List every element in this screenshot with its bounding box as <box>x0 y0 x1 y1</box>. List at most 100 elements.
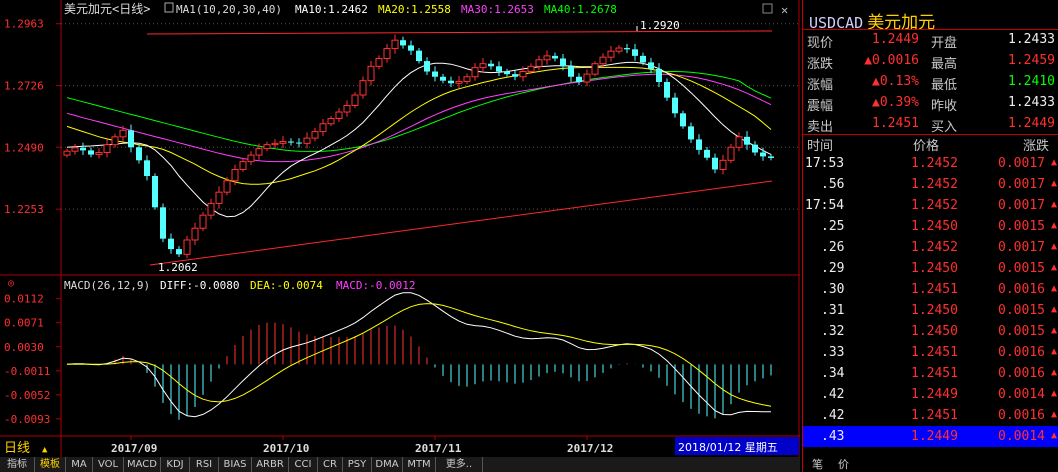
panel-tab-price[interactable]: 价 <box>838 457 849 472</box>
candle-up[interactable] <box>583 73 591 83</box>
candle-down[interactable] <box>400 40 406 46</box>
candle-down[interactable] <box>80 147 86 151</box>
candle-down[interactable] <box>136 147 142 161</box>
candle-down[interactable] <box>760 152 766 157</box>
candle-up[interactable] <box>727 146 735 161</box>
tick-row[interactable]: .33 1.2451 0.0016 ▲ <box>803 342 1058 363</box>
indicator-tab[interactable]: KDJ <box>161 457 190 472</box>
period-label[interactable]: 日线 <box>4 441 30 456</box>
candle-down[interactable] <box>288 141 294 143</box>
candle-down[interactable] <box>696 139 702 150</box>
candle-up[interactable] <box>279 141 287 144</box>
candle-down[interactable] <box>408 45 414 51</box>
candle-up[interactable] <box>239 161 247 170</box>
candle-down[interactable] <box>648 62 654 69</box>
candle-down[interactable] <box>568 66 574 77</box>
candle-down[interactable] <box>168 238 174 250</box>
candle-up[interactable] <box>183 239 191 255</box>
candle-down[interactable] <box>704 149 710 158</box>
candle-down[interactable] <box>440 76 446 81</box>
candle-up[interactable] <box>103 144 111 153</box>
candle-up[interactable] <box>311 131 319 139</box>
candle-down[interactable] <box>664 81 670 98</box>
candle-up[interactable] <box>191 227 199 241</box>
candle-up[interactable] <box>599 56 607 65</box>
candle-down[interactable] <box>576 76 582 82</box>
tick-row[interactable]: .42 1.2451 0.0016 ▲ <box>803 405 1058 426</box>
candle-down[interactable] <box>680 113 686 127</box>
candle-up[interactable] <box>359 80 367 96</box>
indicator-tab[interactable]: 模板 <box>35 457 66 472</box>
candle-up[interactable] <box>343 104 351 113</box>
up-arrow-icon[interactable]: ▲ <box>42 445 48 455</box>
candle-down[interactable] <box>624 48 630 50</box>
tick-row[interactable]: .30 1.2451 0.0016 ▲ <box>803 279 1058 300</box>
candle-down[interactable] <box>448 80 454 84</box>
candle-up[interactable] <box>319 123 327 133</box>
candle-up[interactable] <box>95 151 103 156</box>
candle-up[interactable] <box>615 47 623 52</box>
tick-row[interactable]: .26 1.2452 0.0017 ▲ <box>803 237 1058 258</box>
candle-up[interactable] <box>303 137 311 144</box>
tick-row[interactable]: .31 1.2450 0.0015 ▲ <box>803 300 1058 321</box>
tick-row[interactable]: .56 1.2452 0.0017 ▲ <box>803 174 1058 195</box>
candle-up[interactable] <box>231 168 239 182</box>
candle-down[interactable] <box>128 130 134 148</box>
candle-up[interactable] <box>471 67 479 78</box>
candle-up[interactable] <box>455 80 463 84</box>
candle-down[interactable] <box>160 207 166 239</box>
candle-down[interactable] <box>496 66 502 72</box>
close-icon[interactable]: ✕ <box>781 3 788 17</box>
tick-row[interactable]: 17:53 1.2452 0.0017 ▲ <box>803 153 1058 174</box>
indicator-tab[interactable]: MTM <box>403 457 436 472</box>
indicator-tab[interactable]: CCI <box>289 457 318 472</box>
indicator-tab[interactable]: VOL <box>93 457 124 472</box>
indicator-tab[interactable]: RSI <box>190 457 219 472</box>
candle-down[interactable] <box>640 55 646 63</box>
candle-down[interactable] <box>152 175 158 208</box>
indicator-tab[interactable]: BIAS <box>219 457 252 472</box>
tick-row[interactable]: 17:54 1.2452 0.0017 ▲ <box>803 195 1058 216</box>
candle-down[interactable] <box>712 157 718 170</box>
candle-up[interactable] <box>543 55 551 61</box>
candle-up[interactable] <box>519 71 527 78</box>
candle-up[interactable] <box>71 147 79 152</box>
indicator-tab[interactable]: DMA <box>372 457 403 472</box>
candle-up[interactable] <box>63 150 71 156</box>
candle-up[interactable] <box>111 136 119 146</box>
candle-up[interactable] <box>607 50 615 58</box>
candle-up[interactable] <box>199 214 207 229</box>
candle-down[interactable] <box>424 61 430 72</box>
tick-row[interactable]: .42 1.2449 0.0014 ▲ <box>803 384 1058 405</box>
candle-up[interactable] <box>247 154 255 163</box>
indicator-tab[interactable]: 指标 <box>0 457 35 472</box>
tick-row[interactable]: .29 1.2450 0.0015 ▲ <box>803 258 1058 279</box>
candle-up[interactable] <box>255 148 263 156</box>
candle-down[interactable] <box>688 126 694 140</box>
indicator-tab[interactable]: MACD <box>124 457 161 472</box>
candle-up[interactable] <box>479 63 487 69</box>
indicator-tab[interactable]: 更多.. <box>436 457 483 472</box>
candle-down[interactable] <box>504 71 510 75</box>
candle-up[interactable] <box>223 180 231 193</box>
candle-up[interactable] <box>271 142 279 146</box>
tick-row[interactable]: .25 1.2450 0.0015 ▲ <box>803 216 1058 237</box>
candle-up[interactable] <box>335 111 343 120</box>
candle-up[interactable] <box>391 39 399 50</box>
tick-row[interactable]: .34 1.2451 0.0016 ▲ <box>803 363 1058 384</box>
candle-down[interactable] <box>656 68 662 82</box>
tick-row[interactable]: .32 1.2450 0.0015 ▲ <box>803 321 1058 342</box>
indicator-tab[interactable]: PSY <box>343 457 372 472</box>
candle-down[interactable] <box>560 58 566 67</box>
candle-up[interactable] <box>735 136 743 148</box>
candle-down[interactable] <box>488 63 494 67</box>
candle-up[interactable] <box>527 65 535 73</box>
candle-up[interactable] <box>207 202 215 216</box>
candle-down[interactable] <box>432 71 438 77</box>
candle-down[interactable] <box>176 249 182 255</box>
candle-up[interactable] <box>463 76 471 82</box>
indicator-tab[interactable]: ARBR <box>252 457 289 472</box>
candle-down[interactable] <box>552 55 558 59</box>
candle-down[interactable] <box>144 160 150 176</box>
candle-down[interactable] <box>88 150 94 155</box>
